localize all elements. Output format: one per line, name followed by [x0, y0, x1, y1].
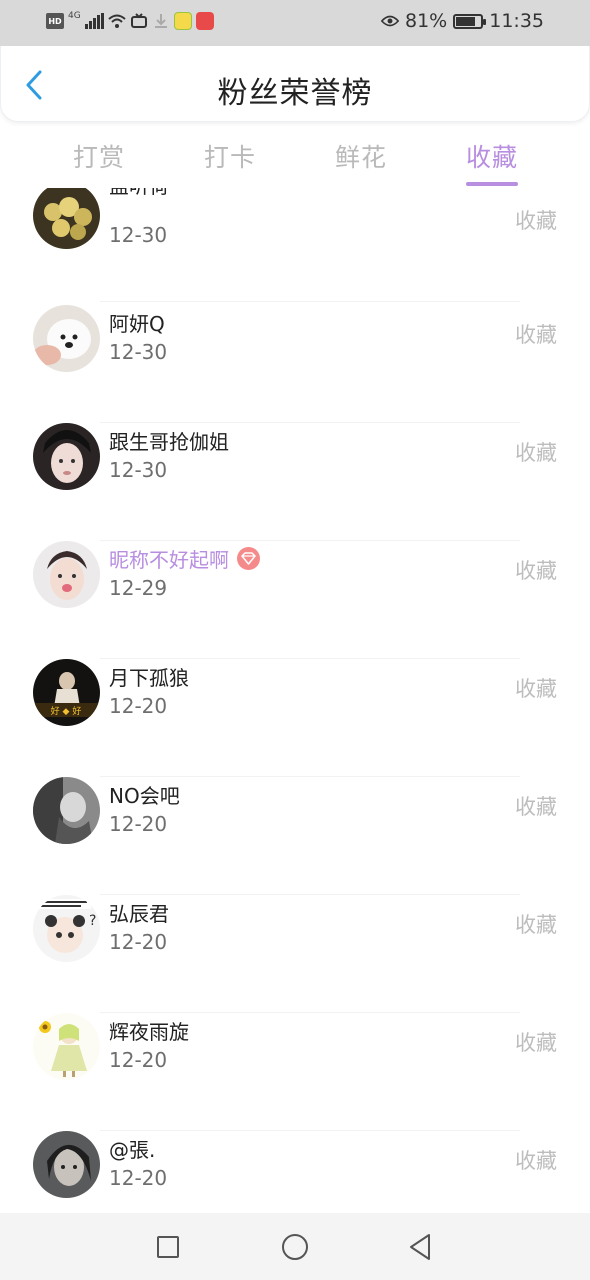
favorite-label[interactable]: 收藏: [515, 909, 557, 939]
favorite-label[interactable]: 收藏: [515, 1145, 557, 1175]
status-right-icons: 81% 11:35: [381, 10, 544, 32]
tab-checkin[interactable]: 打卡: [204, 138, 256, 174]
list-item[interactable]: 昵称不好起啊 12-29 收藏: [0, 541, 590, 659]
tab-reward[interactable]: 打赏: [73, 138, 125, 174]
fan-name: 月下孤狼: [109, 666, 189, 690]
fan-date: 12-20: [109, 694, 168, 718]
fan-date: 12-20: [109, 812, 168, 836]
avatar[interactable]: [33, 305, 100, 372]
list-item[interactable]: 辉夜雨旋 12-20 收藏: [0, 1013, 590, 1131]
favorite-label[interactable]: 收藏: [515, 791, 557, 821]
avatar[interactable]: [33, 423, 100, 490]
tv-app-icon: [130, 12, 148, 30]
list-item[interactable]: ? 弘辰君 12-20 收藏: [0, 895, 590, 1013]
avatar[interactable]: 好 ◆ 好: [33, 659, 100, 726]
favorite-label[interactable]: 收藏: [515, 319, 557, 349]
fan-date: 12-20: [109, 930, 168, 954]
favorite-label[interactable]: 收藏: [515, 437, 557, 467]
system-nav-bar: [0, 1213, 590, 1280]
eye-icon: [381, 12, 399, 30]
favorite-label[interactable]: 收藏: [515, 1027, 557, 1057]
favorite-label[interactable]: 收藏: [515, 205, 557, 235]
fan-date: 12-20: [109, 1166, 168, 1190]
square-icon: [157, 1236, 179, 1258]
list-item[interactable]: NO会吧 12-20 收藏: [0, 777, 590, 895]
triangle-back-icon: [410, 1234, 430, 1260]
fan-date: 12-20: [109, 1048, 168, 1072]
favorite-label[interactable]: 收藏: [515, 555, 557, 585]
avatar[interactable]: [33, 188, 100, 249]
fan-name: @張.: [109, 1138, 156, 1162]
fan-list: 盐听荷 12-30 收藏 阿妍Q 12-30 收藏 跟生哥抢伽姐 12-30 收…: [0, 188, 590, 1213]
avatar[interactable]: [33, 1131, 100, 1198]
page-title: 粉丝荣誉榜: [217, 76, 373, 111]
tab-indicator: [466, 182, 518, 186]
svg-text:?: ?: [89, 913, 96, 929]
list-item[interactable]: 好 ◆ 好 月下孤狼 12-20 收藏: [0, 659, 590, 777]
fan-date: 12-30: [109, 458, 168, 482]
signal-icon: [84, 13, 104, 29]
status-left-icons: HD 4G: [46, 11, 214, 30]
network-type: 4G: [68, 11, 81, 21]
fan-date: 12-30: [109, 223, 168, 247]
divider: [100, 301, 520, 302]
battery-percent: 81%: [405, 10, 448, 32]
fan-name: 弘辰君: [109, 902, 169, 926]
header: 粉丝荣誉榜: [0, 46, 590, 122]
avatar[interactable]: [33, 777, 100, 844]
fan-name: 阿妍Q: [109, 312, 165, 336]
app-notification-icon: [173, 12, 192, 30]
list-item[interactable]: @張. 12-20 收藏: [0, 1131, 590, 1213]
recent-apps-button[interactable]: [152, 1231, 184, 1263]
home-button[interactable]: [279, 1231, 311, 1263]
avatar[interactable]: [33, 541, 100, 608]
avatar[interactable]: ?: [33, 895, 100, 962]
avatar[interactable]: [33, 1013, 100, 1080]
diamond-icon: [237, 547, 260, 570]
fan-name: 昵称不好起啊: [109, 544, 260, 573]
wifi-icon: [108, 12, 126, 30]
hd-badge: HD: [46, 13, 64, 29]
list-item[interactable]: 跟生哥抢伽姐 12-30 收藏: [0, 423, 590, 541]
back-nav-button[interactable]: [404, 1231, 436, 1263]
book-app-icon: [195, 12, 214, 30]
download-icon: [152, 12, 170, 30]
list-item[interactable]: 盐听荷 12-30 收藏: [0, 188, 590, 302]
clock: 11:35: [489, 10, 544, 32]
fan-name: 跟生哥抢伽姐: [109, 430, 229, 454]
status-bar: HD 4G 81% 11:35: [0, 0, 590, 46]
battery-icon: [453, 13, 487, 29]
tab-flowers[interactable]: 鲜花: [335, 138, 387, 174]
favorite-label[interactable]: 收藏: [515, 673, 557, 703]
fan-name: 盐听荷: [109, 188, 169, 199]
tab-favorites[interactable]: 收藏: [466, 138, 518, 174]
tab-bar: 打赏 打卡 鲜花 收藏: [0, 132, 590, 192]
fan-name: NO会吧: [109, 784, 180, 808]
circle-icon: [282, 1234, 308, 1260]
fan-name: 辉夜雨旋: [109, 1020, 189, 1044]
list-item[interactable]: 阿妍Q 12-30 收藏: [0, 305, 590, 423]
fan-date: 12-30: [109, 340, 168, 364]
svg-text:好 ◆ 好: 好 ◆ 好: [51, 705, 82, 717]
fan-date: 12-29: [109, 576, 168, 600]
